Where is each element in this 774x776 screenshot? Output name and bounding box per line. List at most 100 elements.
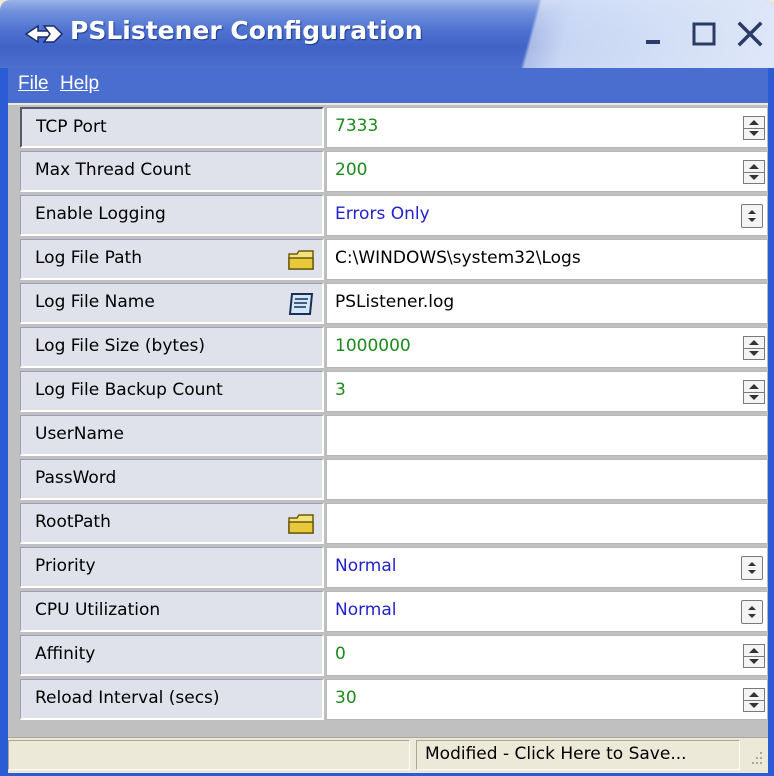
dropdown-button[interactable] <box>741 204 763 228</box>
property-label-cell[interactable]: UserName <box>20 415 324 456</box>
app-icon[interactable] <box>24 20 64 48</box>
spinner-control[interactable] <box>743 644 765 668</box>
spinner-control[interactable] <box>743 116 765 140</box>
window-frame-left <box>0 68 8 776</box>
notepad-icon[interactable] <box>286 290 316 318</box>
property-value: 200 <box>335 160 368 180</box>
property-value-field[interactable]: 3 <box>326 371 768 412</box>
property-label: Log File Path <box>35 248 142 268</box>
property-value: Errors Only <box>335 204 430 224</box>
property-value-field[interactable]: PSListener.log <box>326 283 768 324</box>
property-label-cell[interactable]: Log File Name <box>20 283 324 324</box>
folder-icon[interactable] <box>286 246 316 274</box>
spin-down-icon[interactable] <box>744 392 764 403</box>
property-label: CPU Utilization <box>35 600 161 620</box>
property-row: PassWord <box>8 459 768 503</box>
property-label-cell[interactable]: TCP Port <box>20 107 324 148</box>
property-label: Log File Backup Count <box>35 380 223 400</box>
property-row: Reload Interval (secs) 30 <box>8 679 768 723</box>
close-icon[interactable] <box>732 16 768 52</box>
maximize-icon[interactable] <box>686 16 722 52</box>
property-label-cell[interactable]: RootPath <box>20 503 324 544</box>
property-label-cell[interactable]: Log File Backup Count <box>20 371 324 412</box>
property-row: Max Thread Count 200 <box>8 151 768 195</box>
property-row: Priority Normal <box>8 547 768 591</box>
folder-icon[interactable] <box>286 510 316 538</box>
property-label: Priority <box>35 556 96 576</box>
spin-down-icon[interactable] <box>744 656 764 667</box>
spin-down-icon[interactable] <box>744 128 764 139</box>
property-value-field[interactable]: Errors Only <box>326 195 768 236</box>
property-label-cell[interactable]: Priority <box>20 547 324 588</box>
property-row: UserName <box>8 415 768 459</box>
property-label-cell[interactable]: Affinity <box>20 635 324 676</box>
save-status-panel[interactable]: Modified - Click Here to Save... <box>416 740 740 770</box>
dropdown-button[interactable] <box>741 556 763 580</box>
property-label: Log File Name <box>35 292 155 312</box>
menu-bar: File Help <box>8 68 768 103</box>
property-value: 0 <box>335 644 346 664</box>
spinner-control[interactable] <box>743 336 765 360</box>
menu-help[interactable]: Help <box>60 73 99 95</box>
property-label: Affinity <box>35 644 96 664</box>
menu-file-label: File <box>18 73 49 94</box>
property-label-cell[interactable]: Reload Interval (secs) <box>20 679 324 720</box>
property-value: 7333 <box>335 116 379 136</box>
title-bar[interactable]: PSListener Configuration <box>0 0 774 68</box>
property-value-field[interactable]: 30 <box>326 679 768 720</box>
property-label-cell[interactable]: Max Thread Count <box>20 151 324 192</box>
spinner-control[interactable] <box>743 688 765 712</box>
chevron-updown-icon <box>748 606 756 618</box>
property-value-field[interactable]: 1000000 <box>326 327 768 368</box>
property-label: TCP Port <box>36 117 107 137</box>
resize-grip-icon[interactable] <box>746 748 766 768</box>
property-value-field[interactable] <box>326 503 768 544</box>
property-row: TCP Port 7333 <box>8 107 768 151</box>
property-label: UserName <box>35 424 124 444</box>
property-value: 1000000 <box>335 336 411 356</box>
status-panel-left <box>8 740 410 770</box>
property-label: Reload Interval (secs) <box>35 688 220 708</box>
property-value-field[interactable]: Normal <box>326 591 768 632</box>
spin-down-icon[interactable] <box>744 700 764 711</box>
property-value-field[interactable] <box>326 415 768 456</box>
window-frame-right <box>768 68 774 776</box>
property-value-field[interactable]: C:\WINDOWS\system32\Logs <box>326 239 768 280</box>
spin-down-icon[interactable] <box>744 172 764 183</box>
property-row: CPU Utilization Normal <box>8 591 768 635</box>
property-row: RootPath <box>8 503 768 547</box>
property-row: Log File Size (bytes) 1000000 <box>8 327 768 371</box>
menu-help-label: Help <box>60 73 100 94</box>
property-label-cell[interactable]: Log File Path <box>20 239 324 280</box>
property-row: Affinity 0 <box>8 635 768 679</box>
property-grid: TCP Port 7333 Max Thread Count 200 Enable Lo… <box>8 105 768 737</box>
property-label: Max Thread Count <box>35 160 191 180</box>
property-row: Log File Path C:\WINDOWS\system32\Logs <box>8 239 768 283</box>
menu-file[interactable]: File <box>18 73 49 95</box>
spinner-control[interactable] <box>743 160 765 184</box>
property-value-field[interactable]: 200 <box>326 151 768 192</box>
property-value-field[interactable] <box>326 459 768 500</box>
property-label: RootPath <box>35 512 111 532</box>
property-row: Log File Backup Count 3 <box>8 371 768 415</box>
property-value-field[interactable]: 7333 <box>326 107 768 148</box>
property-label-cell[interactable]: Log File Size (bytes) <box>20 327 324 368</box>
property-label-cell[interactable]: Enable Logging <box>20 195 324 236</box>
minimize-icon[interactable] <box>636 16 672 52</box>
app-window: PSListener Configuration File Help TCP P… <box>0 0 774 776</box>
property-value: C:\WINDOWS\system32\Logs <box>335 248 581 268</box>
spin-down-icon[interactable] <box>744 348 764 359</box>
property-value: 30 <box>335 688 357 708</box>
property-value: Normal <box>335 556 397 576</box>
property-label: PassWord <box>35 468 117 488</box>
property-label-cell[interactable]: CPU Utilization <box>20 591 324 632</box>
spinner-control[interactable] <box>743 380 765 404</box>
property-value: Normal <box>335 600 397 620</box>
dropdown-button[interactable] <box>741 600 763 624</box>
property-value-field[interactable]: Normal <box>326 547 768 588</box>
property-value: 3 <box>335 380 346 400</box>
title-bar-highlight <box>430 0 774 68</box>
chevron-updown-icon <box>748 210 756 222</box>
property-value-field[interactable]: 0 <box>326 635 768 676</box>
property-label-cell[interactable]: PassWord <box>20 459 324 500</box>
